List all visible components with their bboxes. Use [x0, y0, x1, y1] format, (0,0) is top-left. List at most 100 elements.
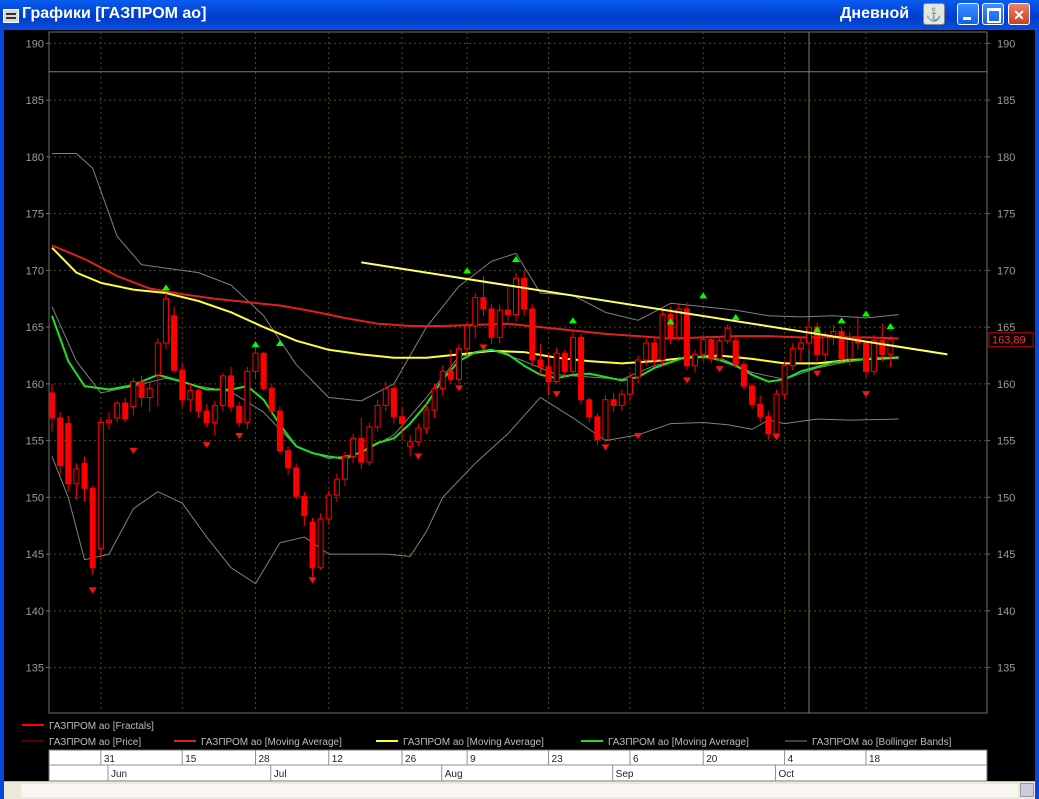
candle-body [749, 385, 756, 405]
candle-body [81, 462, 88, 489]
candle-body [187, 390, 194, 401]
candle-body [65, 423, 72, 485]
app-icon [3, 9, 19, 23]
date-month-label: Sep [616, 769, 634, 780]
candle-body [594, 416, 601, 440]
candle-body [618, 393, 625, 406]
candle-body [276, 410, 283, 452]
candle-body [105, 419, 112, 423]
y-tick-label-right: 145 [997, 549, 1015, 561]
y-tick-label-right: 150 [997, 492, 1015, 504]
legend-label-4: ГАЗПРОМ ао [Bollinger Bands] [812, 737, 952, 748]
candle-body [171, 315, 178, 371]
legend-label-2: ГАЗПРОМ ао [Moving Average] [403, 737, 544, 748]
candle-body [602, 399, 609, 440]
candle-body [73, 468, 80, 485]
y-tick-label-right: 185 [997, 95, 1015, 107]
price-chart[interactable]: 135 135 140 140 145 145 150 150 155 155 160 160 165 1… [4, 30, 1035, 781]
candle-body [700, 339, 707, 355]
candle-body [211, 404, 218, 423]
y-tick-label-left: 190 [26, 38, 44, 50]
y-tick-label-left: 165 [26, 322, 44, 334]
candle-body [724, 327, 731, 342]
candle-body [464, 325, 471, 350]
candle-body [512, 277, 519, 316]
candle-body [871, 340, 878, 372]
candle-body [740, 364, 747, 387]
anchor-icon[interactable]: ⚓ [923, 3, 945, 25]
candle-body [49, 392, 55, 419]
candle-body [578, 336, 585, 401]
maximize-button[interactable] [982, 3, 1004, 25]
candle-body [366, 426, 373, 463]
y-tick-label-left: 170 [26, 265, 44, 277]
candle-body [846, 336, 853, 360]
candle-body [407, 441, 414, 447]
candle-body [643, 342, 650, 361]
date-day-label: 9 [470, 754, 476, 765]
date-day-label: 31 [104, 754, 116, 765]
candle-body [765, 416, 772, 435]
candle-body [447, 370, 454, 380]
candle-body [683, 308, 690, 367]
candle-body [415, 427, 422, 443]
candle-body [521, 277, 528, 310]
date-day-label: 4 [788, 754, 794, 765]
horizontal-scrollbar[interactable] [4, 781, 1035, 799]
window-title: Графики [ГАЗПРОМ ао] [22, 5, 207, 22]
candle-body [301, 495, 308, 517]
candle-body [781, 365, 788, 395]
candle-body [293, 467, 300, 497]
candle-body [488, 308, 495, 338]
scrollbar-track[interactable] [21, 784, 1018, 797]
scrollbar-thumb[interactable] [1020, 783, 1034, 797]
candle-body [268, 387, 275, 412]
period-label[interactable]: Дневной [840, 5, 909, 23]
candle-body [545, 366, 552, 383]
candle-body [822, 336, 829, 355]
candle-body [350, 437, 357, 457]
candle-body [382, 387, 389, 406]
candle-body [317, 518, 324, 569]
candle-body [569, 336, 576, 372]
date-day-label: 20 [706, 754, 718, 765]
candle-body [154, 342, 161, 376]
candle-body [203, 410, 210, 423]
candle-body [806, 326, 813, 344]
date-day-label: 12 [332, 754, 344, 765]
candle-body [219, 375, 226, 406]
candle-body [374, 404, 381, 428]
minimize-button[interactable] [957, 3, 979, 25]
date-day-label: 28 [259, 754, 271, 765]
date-month-label: Oct [778, 769, 794, 780]
candle-body [610, 399, 617, 406]
candle-body [333, 478, 340, 496]
window-frame-right [1035, 30, 1039, 799]
candle-body [146, 387, 153, 398]
candle-body [423, 409, 430, 429]
candle-body [244, 370, 251, 423]
candle-body [130, 381, 137, 408]
candle-body [285, 450, 292, 469]
current-value-label: 163,89 [992, 335, 1026, 347]
candle-body [887, 339, 894, 355]
y-tick-label-left: 175 [26, 209, 44, 221]
candle-body [195, 390, 202, 412]
candle-body [472, 297, 479, 327]
y-tick-label-left: 135 [26, 663, 44, 675]
candle-body [97, 421, 104, 549]
y-tick-label-right: 160 [997, 379, 1015, 391]
candle-body [252, 352, 259, 372]
candle-body [89, 487, 96, 569]
close-button[interactable]: ✕ [1008, 3, 1030, 25]
candle-body [789, 348, 796, 367]
candle-body [692, 353, 699, 367]
candle-body [114, 402, 121, 419]
candle-body [390, 387, 397, 418]
y-tick-label-right: 190 [997, 38, 1015, 50]
date-month-label: Jul [274, 769, 287, 780]
candle-body [863, 342, 869, 372]
candle-body [162, 298, 169, 344]
candle-body [504, 309, 511, 316]
y-tick-label-right: 155 [997, 436, 1015, 448]
